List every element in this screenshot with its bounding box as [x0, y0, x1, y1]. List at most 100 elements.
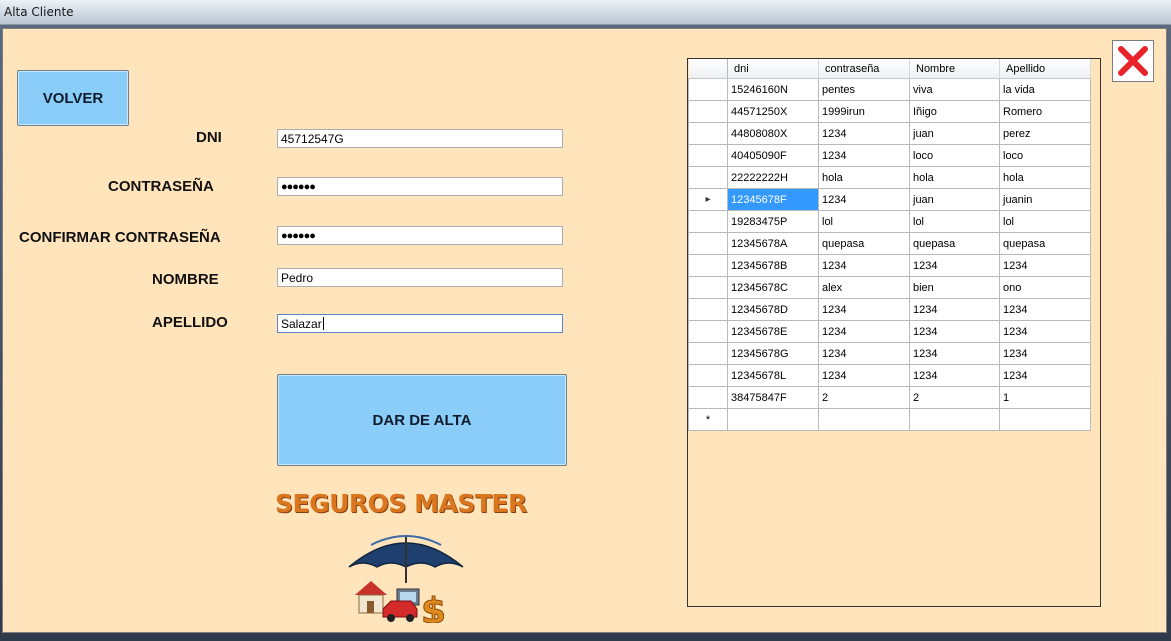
- row-header[interactable]: [688, 166, 728, 189]
- title-bar[interactable]: Alta Cliente: [0, 0, 1171, 25]
- row-header[interactable]: [688, 210, 728, 233]
- column-header-apellido[interactable]: Apellido: [999, 59, 1091, 79]
- table-cell[interactable]: hola: [999, 166, 1091, 189]
- table-cell[interactable]: 1234: [818, 364, 910, 387]
- table-cell[interactable]: 22222222H: [727, 166, 819, 189]
- row-header[interactable]: [688, 386, 728, 409]
- volver-button[interactable]: VOLVER: [17, 70, 129, 126]
- table-cell[interactable]: juanin: [999, 188, 1091, 211]
- nombre-field[interactable]: [277, 268, 563, 287]
- table-row[interactable]: 12345678L 1234 1234 1234: [688, 364, 1091, 387]
- table-row[interactable]: 44808080X 1234 juan perez: [688, 122, 1091, 145]
- row-header[interactable]: [688, 298, 728, 321]
- table-cell[interactable]: 12345678E: [727, 320, 819, 343]
- table-row[interactable]: 12345678D 1234 1234 1234: [688, 298, 1091, 321]
- table-row[interactable]: 44571250X 1999irun Iñigo Romero: [688, 100, 1091, 123]
- table-cell[interactable]: 12345678F: [727, 188, 819, 211]
- column-header-dni[interactable]: dni: [727, 59, 819, 79]
- table-cell[interactable]: 12345678C: [727, 276, 819, 299]
- row-header[interactable]: [688, 276, 728, 299]
- contrasena-field[interactable]: ●●●●●●: [277, 177, 563, 196]
- row-header-corner[interactable]: [688, 59, 728, 79]
- table-cell[interactable]: 12345678L: [727, 364, 819, 387]
- table-cell[interactable]: 2: [818, 386, 910, 409]
- table-cell[interactable]: 40405090F: [727, 144, 819, 167]
- table-cell[interactable]: loco: [909, 144, 1000, 167]
- row-header[interactable]: [688, 342, 728, 365]
- table-cell[interactable]: 15246160N: [727, 78, 819, 101]
- row-header[interactable]: [688, 100, 728, 123]
- table-cell[interactable]: quepasa: [999, 232, 1091, 255]
- table-cell[interactable]: lol: [909, 210, 1000, 233]
- confirmar-contrasena-field[interactable]: ●●●●●●: [277, 226, 563, 245]
- table-cell[interactable]: 1234: [999, 254, 1091, 277]
- row-header[interactable]: ▸: [688, 188, 728, 211]
- table-cell[interactable]: 1: [999, 386, 1091, 409]
- table-cell[interactable]: 1234: [909, 342, 1000, 365]
- table-row[interactable]: 12345678G 1234 1234 1234: [688, 342, 1091, 365]
- table-cell[interactable]: 1999irun: [818, 100, 910, 123]
- table-cell[interactable]: 1234: [909, 298, 1000, 321]
- table-cell[interactable]: 1234: [818, 254, 910, 277]
- table-row[interactable]: 12345678E 1234 1234 1234: [688, 320, 1091, 343]
- table-row[interactable]: 19283475P lol lol lol: [688, 210, 1091, 233]
- table-cell[interactable]: 1234: [909, 364, 1000, 387]
- table-cell[interactable]: loco: [999, 144, 1091, 167]
- table-cell[interactable]: 2: [909, 386, 1000, 409]
- row-header[interactable]: [688, 320, 728, 343]
- table-row[interactable]: ▸ 12345678F 1234 juan juanin: [688, 188, 1091, 211]
- table-cell[interactable]: 1234: [818, 122, 910, 145]
- table-cell[interactable]: 12345678D: [727, 298, 819, 321]
- row-header[interactable]: [688, 364, 728, 387]
- table-cell[interactable]: quepasa: [909, 232, 1000, 255]
- close-button[interactable]: [1112, 40, 1154, 82]
- table-cell[interactable]: 1234: [999, 342, 1091, 365]
- table-cell[interactable]: Iñigo: [909, 100, 1000, 123]
- table-row[interactable]: 12345678C alex bien ono: [688, 276, 1091, 299]
- table-cell[interactable]: 12345678A: [727, 232, 819, 255]
- column-header-nombre[interactable]: Nombre: [909, 59, 1000, 79]
- table-cell[interactable]: 1234: [818, 144, 910, 167]
- row-header[interactable]: [688, 254, 728, 277]
- apellido-field[interactable]: Salazar: [277, 314, 563, 333]
- table-cell[interactable]: juan: [909, 122, 1000, 145]
- table-cell-empty[interactable]: [909, 408, 1000, 431]
- table-cell[interactable]: 12345678G: [727, 342, 819, 365]
- table-cell[interactable]: 1234: [818, 320, 910, 343]
- table-cell[interactable]: 1234: [999, 364, 1091, 387]
- table-cell[interactable]: perez: [999, 122, 1091, 145]
- table-cell[interactable]: 19283475P: [727, 210, 819, 233]
- table-cell[interactable]: hola: [909, 166, 1000, 189]
- table-cell[interactable]: 1234: [909, 254, 1000, 277]
- clientes-grid[interactable]: dni contraseña Nombre Apellido 15246160N…: [687, 58, 1101, 607]
- column-header-contrasena[interactable]: contraseña: [818, 59, 910, 79]
- table-cell[interactable]: 38475847F: [727, 386, 819, 409]
- row-header[interactable]: [688, 122, 728, 145]
- table-cell[interactable]: 1234: [999, 320, 1091, 343]
- table-row[interactable]: 12345678B 1234 1234 1234: [688, 254, 1091, 277]
- table-cell[interactable]: 1234: [909, 320, 1000, 343]
- table-cell[interactable]: pentes: [818, 78, 910, 101]
- table-row[interactable]: 38475847F 2 2 1: [688, 386, 1091, 409]
- dar-de-alta-button[interactable]: DAR DE ALTA: [277, 374, 567, 466]
- table-cell[interactable]: juan: [909, 188, 1000, 211]
- table-cell[interactable]: hola: [818, 166, 910, 189]
- table-cell[interactable]: 1234: [818, 342, 910, 365]
- table-cell-empty[interactable]: [818, 408, 910, 431]
- table-row[interactable]: 12345678A quepasa quepasa quepasa: [688, 232, 1091, 255]
- new-row-marker[interactable]: *: [688, 408, 728, 431]
- table-cell[interactable]: 44808080X: [727, 122, 819, 145]
- table-row[interactable]: 40405090F 1234 loco loco: [688, 144, 1091, 167]
- table-cell[interactable]: bien: [909, 276, 1000, 299]
- table-cell[interactable]: alex: [818, 276, 910, 299]
- table-cell-empty[interactable]: [727, 408, 819, 431]
- table-cell[interactable]: lol: [818, 210, 910, 233]
- table-cell[interactable]: 1234: [818, 188, 910, 211]
- dni-field[interactable]: [277, 129, 563, 148]
- table-cell[interactable]: la vida: [999, 78, 1091, 101]
- table-row[interactable]: 15246160N pentes viva la vida: [688, 78, 1091, 101]
- table-cell[interactable]: 44571250X: [727, 100, 819, 123]
- table-cell[interactable]: 1234: [818, 298, 910, 321]
- table-cell[interactable]: viva: [909, 78, 1000, 101]
- row-header[interactable]: [688, 144, 728, 167]
